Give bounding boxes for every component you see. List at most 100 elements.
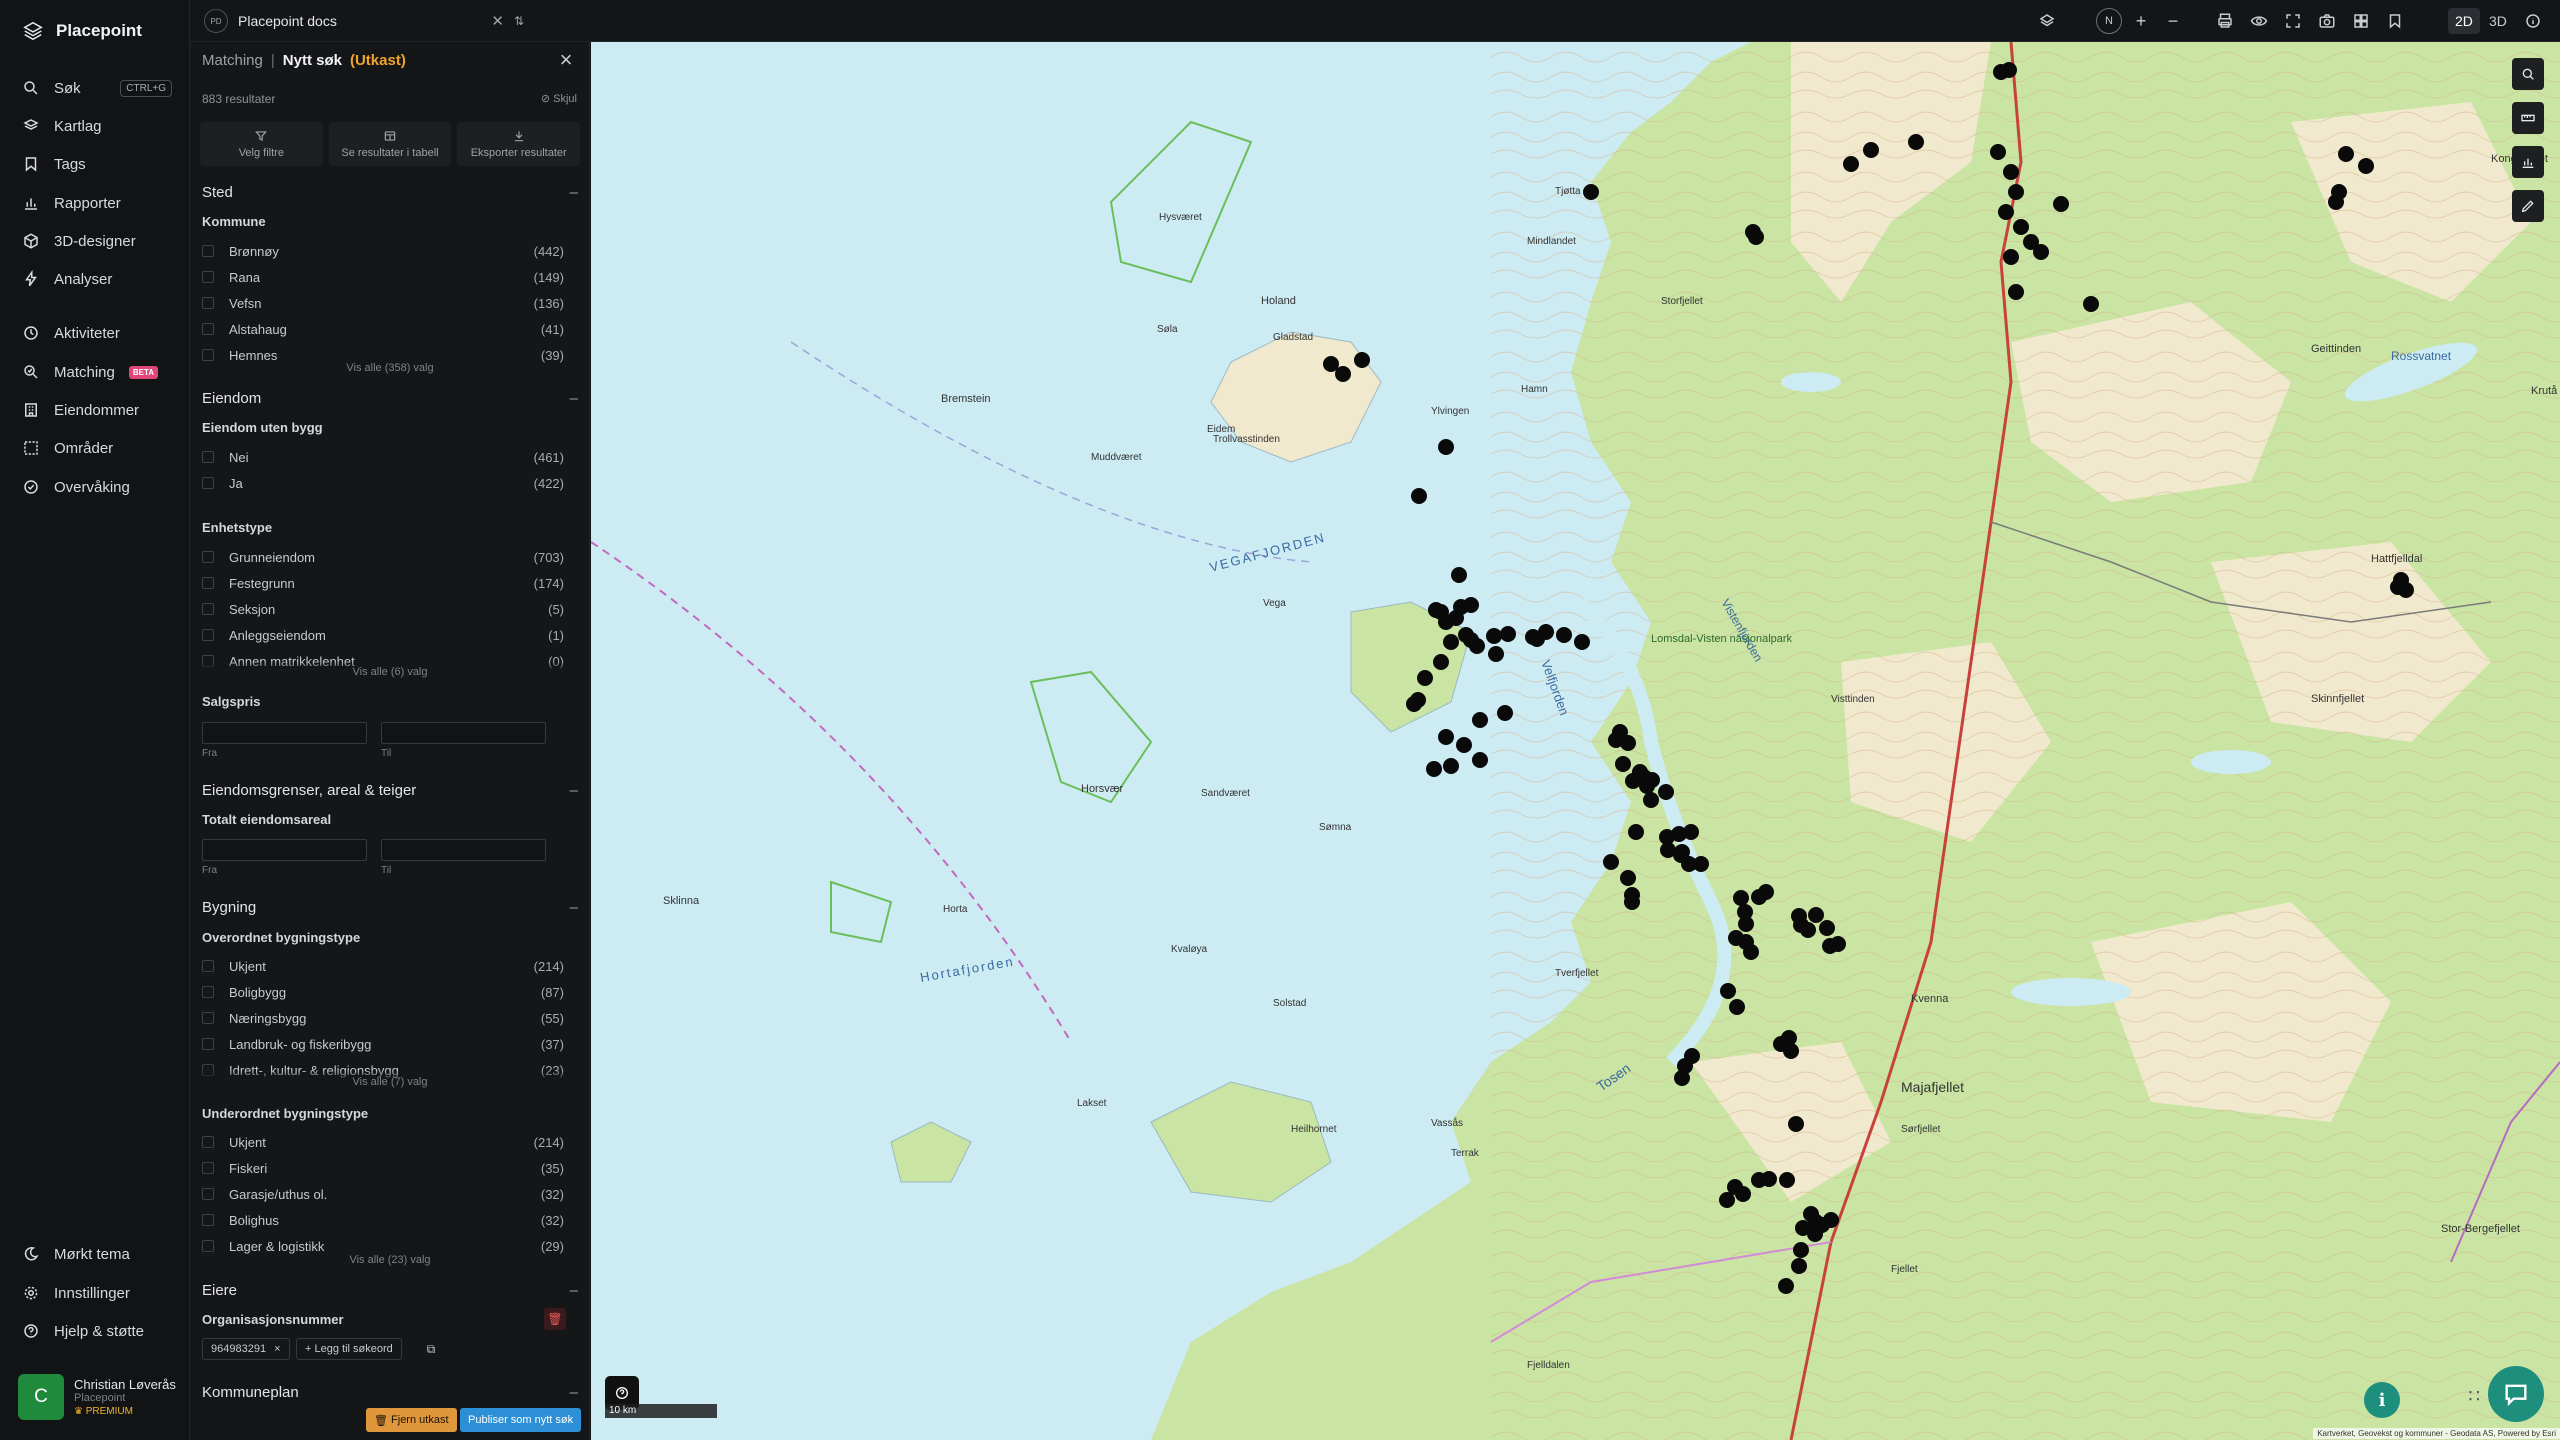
result-marker[interactable]: [1583, 184, 1599, 200]
filter-option[interactable]: Festegrunn (174): [202, 573, 564, 593]
result-marker[interactable]: [1556, 627, 1572, 643]
collapse-icon[interactable]: –: [570, 184, 578, 201]
result-marker[interactable]: [1469, 638, 1485, 654]
result-marker[interactable]: [2358, 158, 2374, 174]
map-tool-draw[interactable]: [2512, 190, 2544, 222]
result-marker[interactable]: [1411, 488, 1427, 504]
checkbox[interactable]: [202, 451, 214, 463]
result-marker[interactable]: [1574, 634, 1590, 650]
result-marker[interactable]: [1793, 1242, 1809, 1258]
trash-icon[interactable]: 🗑: [544, 1308, 566, 1330]
result-marker[interactable]: [1615, 756, 1631, 772]
price-to-input[interactable]: [381, 722, 546, 744]
result-marker[interactable]: [1463, 597, 1479, 613]
checkbox[interactable]: [202, 1136, 214, 1148]
result-marker[interactable]: [2053, 196, 2069, 212]
result-marker[interactable]: [1443, 758, 1459, 774]
chat-button[interactable]: [2488, 1366, 2544, 1422]
table-view-button[interactable]: Se resultater i tabell: [328, 122, 452, 166]
result-marker[interactable]: [2033, 244, 2049, 260]
result-marker[interactable]: [1529, 631, 1545, 647]
hide-button[interactable]: ⊘ Skjul: [541, 92, 577, 105]
result-marker[interactable]: [1417, 670, 1433, 686]
filter-option[interactable]: Anleggseiendom (1): [202, 625, 564, 645]
filter-option[interactable]: Alstahaug (41): [202, 319, 564, 339]
nav-overvaking[interactable]: Overvåking: [22, 473, 172, 501]
result-marker[interactable]: [1426, 761, 1442, 777]
section-eiere[interactable]: Eiere –: [202, 1282, 578, 1299]
info-icon[interactable]: [2522, 10, 2544, 32]
result-marker[interactable]: [1758, 884, 1774, 900]
result-marker[interactable]: [1643, 792, 1659, 808]
result-marker[interactable]: [1822, 938, 1838, 954]
result-marker[interactable]: [1683, 824, 1699, 840]
checkbox[interactable]: [202, 1162, 214, 1174]
checkbox[interactable]: [202, 297, 214, 309]
filter-option[interactable]: Grunneiendom (703): [202, 547, 564, 567]
result-marker[interactable]: [1472, 712, 1488, 728]
map-canvas[interactable]: Bremstein VEGAFJORDEN Hortafjorden Horsv…: [591, 42, 2560, 1440]
grid-icon[interactable]: ∷: [2469, 1386, 2480, 1407]
bookmark-icon[interactable]: [2384, 10, 2406, 32]
filter-option[interactable]: Ukjent (214): [202, 956, 564, 976]
checkbox[interactable]: [202, 245, 214, 257]
filter-option[interactable]: Ukjent (214): [202, 1132, 564, 1152]
result-marker[interactable]: [2001, 62, 2017, 78]
result-marker[interactable]: [1778, 1278, 1794, 1294]
result-marker[interactable]: [1908, 134, 1924, 150]
breadcrumb[interactable]: Matching: [202, 52, 263, 69]
nav-search[interactable]: Søk CTRL+G: [22, 74, 172, 102]
result-marker[interactable]: [1620, 870, 1636, 886]
result-marker[interactable]: [1354, 352, 1370, 368]
collapse-icon[interactable]: –: [570, 782, 578, 799]
nav-matching[interactable]: Matching BETA: [22, 358, 172, 386]
collapse-icon[interactable]: –: [570, 390, 578, 407]
section-grenser[interactable]: Eiendomsgrenser, areal & teiger –: [202, 782, 578, 799]
show-all-link[interactable]: Vis alle (23) valg: [190, 1254, 589, 1266]
result-marker[interactable]: [1456, 737, 1472, 753]
choose-filters-button[interactable]: Velg filtre: [200, 122, 323, 166]
checkbox[interactable]: [202, 960, 214, 972]
nav-help[interactable]: Hjelp & støtte: [22, 1317, 172, 1345]
user-profile[interactable]: C Christian Løverås Placepoint ♛ PREMIUM: [18, 1374, 176, 1420]
nav-settings[interactable]: Innstillinger: [22, 1279, 172, 1307]
result-marker[interactable]: [1735, 1186, 1751, 1202]
filter-option[interactable]: Seksjon (5): [202, 599, 564, 619]
section-kommuneplan[interactable]: Kommuneplan –: [202, 1384, 578, 1401]
map-layers-stack-icon[interactable]: [2036, 10, 2058, 32]
result-marker[interactable]: [1998, 204, 2014, 220]
result-marker[interactable]: [1800, 922, 1816, 938]
result-marker[interactable]: [1863, 142, 1879, 158]
checkbox[interactable]: [202, 1038, 214, 1050]
result-marker[interactable]: [1674, 844, 1690, 860]
result-marker[interactable]: [1819, 920, 1835, 936]
result-marker[interactable]: [1674, 1070, 1690, 1086]
zoom-in-icon[interactable]: +: [2130, 10, 2152, 32]
result-marker[interactable]: [1733, 890, 1749, 906]
nav-eiendommer[interactable]: Eiendommer: [22, 396, 172, 424]
nav-aktiviteter[interactable]: Aktiviteter: [22, 319, 172, 347]
result-marker[interactable]: [1620, 735, 1636, 751]
checkbox[interactable]: [202, 1240, 214, 1252]
result-marker[interactable]: [1500, 626, 1516, 642]
result-marker[interactable]: [1808, 907, 1824, 923]
result-marker[interactable]: [1438, 729, 1454, 745]
show-all-link[interactable]: Vis alle (358) valg: [190, 362, 589, 374]
collapse-icon[interactable]: –: [570, 899, 578, 916]
close-icon[interactable]: ×: [555, 49, 577, 72]
nav-dark-theme[interactable]: Mørkt tema: [22, 1240, 172, 1268]
chevron-updown-icon[interactable]: ⇅: [514, 14, 524, 28]
result-marker[interactable]: [1990, 144, 2006, 160]
nav-3d-designer[interactable]: 3D-designer: [22, 227, 172, 255]
zoom-out-icon[interactable]: −: [2162, 10, 2184, 32]
checkbox[interactable]: [202, 1188, 214, 1200]
result-marker[interactable]: [2338, 146, 2354, 162]
result-marker[interactable]: [1335, 366, 1351, 382]
nav-analyser[interactable]: Analyser: [22, 265, 172, 293]
collapse-icon[interactable]: –: [570, 1384, 578, 1401]
result-marker[interactable]: [1748, 229, 1764, 245]
result-marker[interactable]: [1451, 567, 1467, 583]
result-marker[interactable]: [1624, 894, 1640, 910]
filter-option[interactable]: Rana (149): [202, 267, 564, 287]
filter-option[interactable]: Nei (461): [202, 447, 564, 467]
